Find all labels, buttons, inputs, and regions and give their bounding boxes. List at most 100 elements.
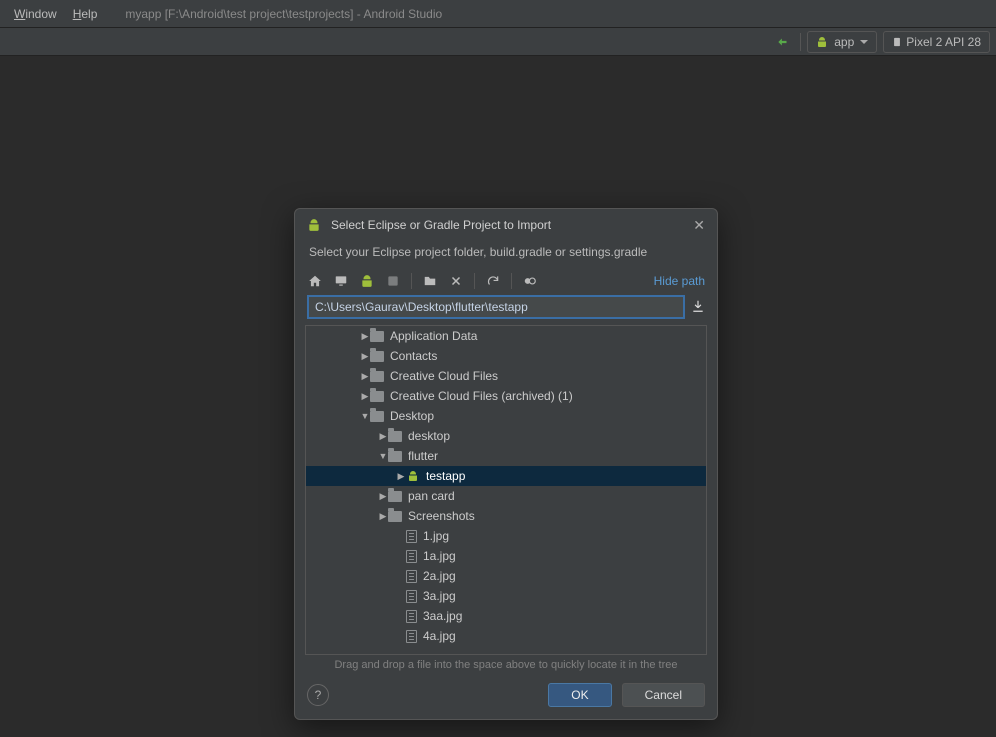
menu-help-label: elp bbox=[81, 7, 97, 21]
expand-arrow-icon[interactable]: ▶ bbox=[378, 431, 388, 442]
tree-label: 3aa.jpg bbox=[423, 609, 462, 623]
android-icon bbox=[406, 470, 420, 482]
tree-label: Application Data bbox=[390, 329, 477, 343]
tree-label: testapp bbox=[426, 469, 465, 483]
run-config-label: app bbox=[834, 35, 854, 49]
drop-hint: Drag and drop a file into the space abov… bbox=[295, 655, 717, 677]
folder-icon bbox=[370, 331, 384, 342]
tree-row[interactable]: 3a.jpg bbox=[306, 586, 706, 606]
android-icon bbox=[816, 36, 828, 48]
tree-row[interactable]: ▼ Desktop bbox=[306, 406, 706, 426]
tree-label: Screenshots bbox=[408, 509, 475, 523]
expand-arrow-icon[interactable]: ▼ bbox=[360, 411, 370, 421]
tree-label: 1.jpg bbox=[423, 529, 449, 543]
home-icon[interactable] bbox=[307, 273, 323, 289]
expand-arrow-icon[interactable]: ▶ bbox=[396, 471, 406, 482]
sync-gradle-icon[interactable] bbox=[772, 31, 794, 53]
device-label: Pixel 2 API 28 bbox=[906, 35, 981, 49]
path-input[interactable] bbox=[307, 295, 685, 319]
folder-icon bbox=[370, 371, 384, 382]
file-icon bbox=[406, 530, 417, 543]
expand-arrow-icon[interactable]: ▶ bbox=[360, 351, 370, 362]
chevron-down-icon bbox=[860, 40, 868, 44]
path-row bbox=[295, 293, 717, 325]
show-hidden-icon[interactable] bbox=[522, 273, 538, 289]
dialog-toolbar: Hide path bbox=[295, 269, 717, 293]
hide-path-link[interactable]: Hide path bbox=[654, 274, 705, 288]
close-icon[interactable]: ✕ bbox=[693, 217, 705, 234]
file-icon bbox=[406, 550, 417, 563]
menu-window[interactable]: Window bbox=[6, 7, 65, 21]
expand-arrow-icon[interactable]: ▶ bbox=[378, 511, 388, 522]
device-icon bbox=[892, 35, 902, 49]
tree-row[interactable]: ▶ Screenshots bbox=[306, 506, 706, 526]
divider bbox=[411, 273, 412, 289]
tree-row[interactable]: 2a.jpg bbox=[306, 566, 706, 586]
file-icon bbox=[406, 570, 417, 583]
tree-row[interactable]: ▶ desktop bbox=[306, 426, 706, 446]
menu-window-label: indow bbox=[25, 7, 56, 21]
tree-label: Desktop bbox=[390, 409, 434, 423]
ok-button[interactable]: OK bbox=[548, 683, 611, 707]
tree-row[interactable]: ▶ pan card bbox=[306, 486, 706, 506]
tree-row[interactable]: 4a.jpg bbox=[306, 626, 706, 646]
help-button[interactable]: ? bbox=[307, 684, 329, 706]
tree-label: Creative Cloud Files bbox=[390, 369, 498, 383]
new-folder-icon[interactable] bbox=[422, 273, 438, 289]
file-icon bbox=[406, 630, 417, 643]
tree-label: flutter bbox=[408, 449, 438, 463]
menu-help[interactable]: Help bbox=[65, 7, 106, 21]
run-config-dropdown[interactable]: app bbox=[807, 31, 877, 53]
folder-icon bbox=[370, 411, 384, 422]
tree-row[interactable]: ▶ Creative Cloud Files bbox=[306, 366, 706, 386]
tree-label: 1a.jpg bbox=[423, 549, 456, 563]
desktop-icon[interactable] bbox=[333, 273, 349, 289]
dialog-titlebar: Select Eclipse or Gradle Project to Impo… bbox=[295, 209, 717, 241]
delete-icon[interactable] bbox=[448, 273, 464, 289]
module-icon[interactable] bbox=[385, 273, 401, 289]
expand-arrow-icon[interactable]: ▶ bbox=[378, 491, 388, 502]
tree-label: pan card bbox=[408, 489, 455, 503]
tree-label: desktop bbox=[408, 429, 450, 443]
folder-icon bbox=[388, 491, 402, 502]
import-dialog: Select Eclipse or Gradle Project to Impo… bbox=[294, 208, 718, 720]
folder-icon bbox=[388, 431, 402, 442]
tree-label: 3a.jpg bbox=[423, 589, 456, 603]
refresh-icon[interactable] bbox=[485, 273, 501, 289]
toolbar-divider bbox=[800, 33, 801, 51]
menubar: Window Help myapp [F:\Android\test proje… bbox=[0, 0, 996, 28]
tree-row[interactable]: 3aa.jpg bbox=[306, 606, 706, 626]
tree-row[interactable]: ▶Contacts bbox=[306, 346, 706, 366]
tree-label: Creative Cloud Files (archived) (1) bbox=[390, 389, 573, 403]
divider bbox=[474, 273, 475, 289]
window-title: myapp [F:\Android\test project\testproje… bbox=[105, 7, 442, 21]
tree-row[interactable]: 1a.jpg bbox=[306, 546, 706, 566]
tree-row[interactable]: ▶ testapp bbox=[306, 466, 706, 486]
cancel-button[interactable]: Cancel bbox=[622, 683, 705, 707]
project-icon[interactable] bbox=[359, 273, 375, 289]
expand-arrow-icon[interactable]: ▶ bbox=[360, 391, 370, 402]
dialog-title: Select Eclipse or Gradle Project to Impo… bbox=[331, 218, 551, 232]
folder-icon bbox=[388, 511, 402, 522]
main-toolbar: app Pixel 2 API 28 bbox=[0, 28, 996, 56]
dialog-subtitle: Select your Eclipse project folder, buil… bbox=[295, 241, 717, 269]
divider bbox=[511, 273, 512, 289]
file-icon bbox=[406, 610, 417, 623]
folder-icon bbox=[370, 351, 384, 362]
download-icon[interactable] bbox=[691, 299, 705, 316]
editor-area: Select Eclipse or Gradle Project to Impo… bbox=[0, 56, 996, 737]
dialog-buttons: ? OK Cancel bbox=[295, 677, 717, 719]
device-dropdown[interactable]: Pixel 2 API 28 bbox=[883, 31, 990, 53]
tree-row[interactable]: ▼ flutter bbox=[306, 446, 706, 466]
tree-row[interactable]: 1.jpg bbox=[306, 526, 706, 546]
tree-row[interactable]: ▶ Application Data bbox=[306, 326, 706, 346]
android-icon bbox=[307, 218, 321, 232]
file-tree[interactable]: ▶Application Data▶Contacts▶Creative Clou… bbox=[306, 326, 706, 654]
folder-icon bbox=[388, 451, 402, 462]
expand-arrow-icon[interactable]: ▼ bbox=[378, 451, 388, 461]
expand-arrow-icon[interactable]: ▶ bbox=[360, 371, 370, 382]
tree-row[interactable]: ▶ Creative Cloud Files (archived) (1) bbox=[306, 386, 706, 406]
tree-wrap: ▶Application Data▶Contacts▶Creative Clou… bbox=[305, 325, 707, 655]
expand-arrow-icon[interactable]: ▶ bbox=[360, 331, 370, 342]
folder-icon bbox=[370, 391, 384, 402]
